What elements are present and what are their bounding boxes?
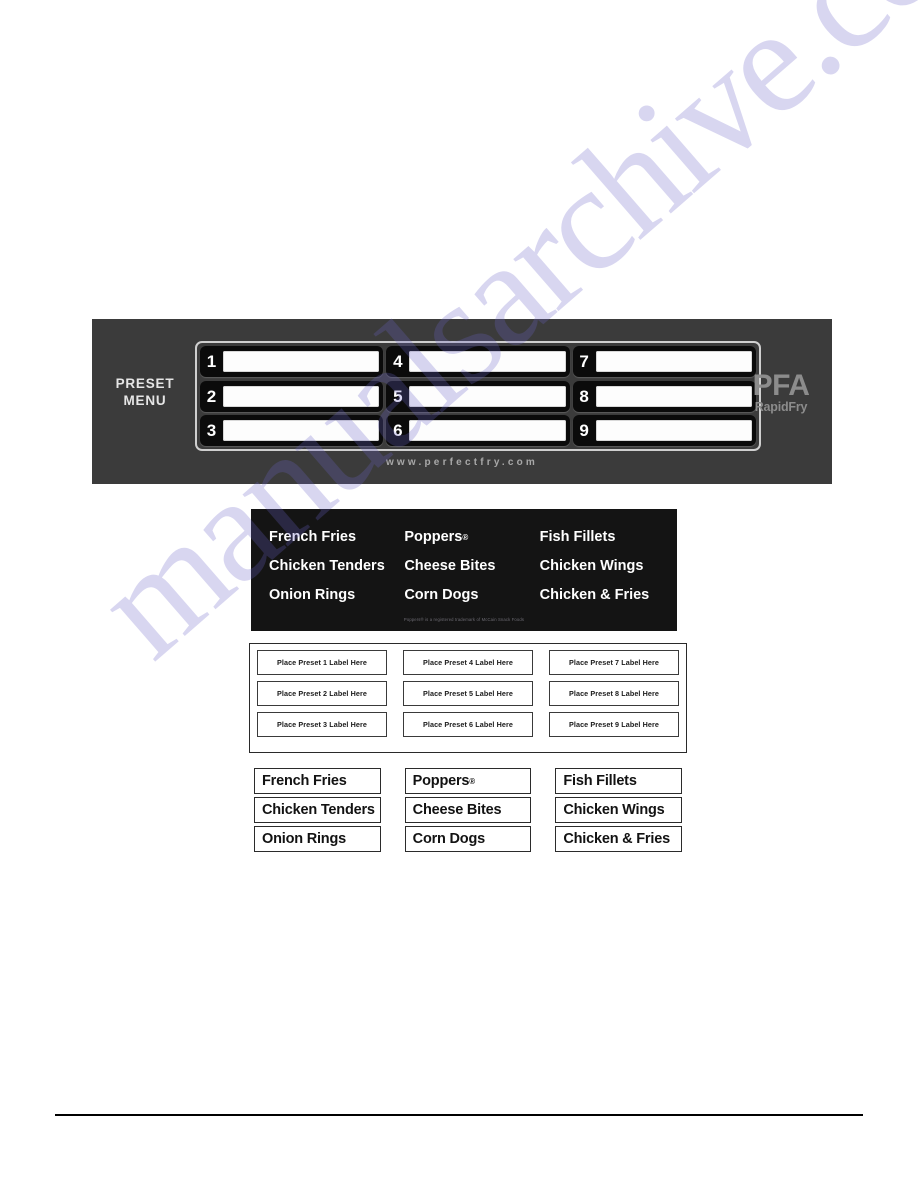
preset-key-6-number: 6 (393, 421, 403, 440)
menu-item-french-fries: French Fries (269, 529, 357, 545)
preset-key-9-label-slot[interactable] (595, 420, 752, 441)
menu-item-chicken-wings: Chicken Wings (539, 558, 644, 574)
menu-item-corn-dogs: Corn Dogs (404, 587, 479, 603)
preset-key-1-label-slot[interactable] (223, 351, 380, 372)
preset-key-6-label-slot[interactable] (409, 420, 566, 441)
printed-labels-column-2: Poppers ® Cheese Bites Corn Dogs (404, 768, 532, 856)
keypad-column-3: 7 8 9 (572, 346, 756, 446)
preset-key-8[interactable]: 8 (572, 380, 756, 412)
preset-key-2-label-slot[interactable] (223, 385, 380, 407)
preset-key-7-label-slot[interactable] (595, 351, 752, 372)
blank-sheet-grid: Place Preset 1 Label Here Place Preset 2… (257, 650, 679, 737)
keypad-column-2: 4 5 6 (386, 346, 570, 446)
preset-key-3-label-slot[interactable] (223, 420, 380, 441)
menu-item-chicken-and-fries: Chicken & Fries (539, 587, 650, 603)
menu-item-onion-rings: Onion Rings (269, 587, 356, 603)
preset-menu-label-line1: PRESET (115, 376, 175, 391)
trademark-footnote: Poppers® is a registered trademark of Mc… (403, 617, 525, 622)
printed-label-fish-fillets[interactable]: Fish Fillets (555, 768, 683, 794)
brand-name-rapidfry: RapidFry (754, 400, 808, 414)
preset-key-6[interactable]: 6 (386, 415, 570, 446)
preset-key-3-number: 3 (206, 421, 217, 440)
blank-label-preset-9[interactable]: Place Preset 9 Label Here (549, 712, 679, 737)
preset-key-9[interactable]: 9 (572, 415, 756, 446)
blank-label-preset-2[interactable]: Place Preset 2 Label Here (257, 681, 387, 706)
printed-labels-column-3: Fish Fillets Chicken Wings Chicken & Fri… (555, 768, 683, 856)
printed-label-chicken-wings[interactable]: Chicken Wings (555, 797, 683, 823)
registered-trademark-icon: ® (469, 776, 475, 786)
preset-key-4[interactable]: 4 (386, 346, 570, 377)
printed-label-poppers[interactable]: Poppers ® (404, 768, 532, 794)
preset-key-5-number: 5 (393, 386, 403, 406)
menu-item-chicken-tenders: Chicken Tenders (269, 558, 385, 574)
manufacturer-website-text: www.perfectfry.com (385, 457, 539, 468)
menu-item-fish-fillets: Fish Fillets (539, 529, 616, 545)
blank-label-preset-7[interactable]: Place Preset 7 Label Here (549, 650, 679, 675)
preset-key-1[interactable]: 1 (200, 346, 384, 377)
preset-key-2-number: 2 (206, 386, 217, 406)
preset-key-4-number: 4 (393, 352, 403, 371)
registered-trademark-icon: ® (462, 533, 469, 542)
menu-item-poppers-text: Poppers (404, 529, 463, 545)
blank-sheet-column-3: Place Preset 7 Label Here Place Preset 8… (549, 650, 679, 737)
keypad-column-1: 1 2 3 (200, 346, 384, 446)
preset-key-8-number: 8 (579, 386, 589, 406)
blank-label-preset-8[interactable]: Place Preset 8 Label Here (549, 681, 679, 706)
preset-key-4-label-slot[interactable] (409, 351, 566, 372)
printed-preset-label-set: French Fries Chicken Tenders Onion Rings… (254, 768, 683, 856)
blank-label-preset-1[interactable]: Place Preset 1 Label Here (257, 650, 387, 675)
preset-menu-label: PRESET MENU (100, 375, 190, 409)
pfa-rapidfry-logo: PFA RapidFry (736, 369, 826, 415)
printed-label-onion-rings[interactable]: Onion Rings (254, 826, 381, 852)
printed-label-cheese-bites[interactable]: Cheese Bites (404, 797, 532, 823)
menu-card-column-1: French Fries Chicken Tenders Onion Rings (261, 523, 396, 610)
page-footer-divider (55, 1114, 863, 1116)
printed-label-chicken-and-fries[interactable]: Chicken & Fries (555, 826, 683, 852)
preset-key-7[interactable]: 7 (572, 346, 756, 377)
preset-key-3[interactable]: 3 (200, 415, 384, 446)
preset-key-7-number: 7 (579, 352, 589, 371)
preset-key-8-label-slot[interactable] (595, 385, 752, 407)
preset-key-9-number: 9 (579, 421, 589, 440)
printed-label-poppers-text: Poppers (412, 773, 470, 789)
blank-label-preset-4[interactable]: Place Preset 4 Label Here (403, 650, 533, 675)
preset-key-5[interactable]: 5 (386, 380, 570, 412)
printed-label-french-fries[interactable]: French Fries (254, 768, 381, 794)
menu-card-column-2: Poppers® Cheese Bites Corn Dogs (396, 523, 531, 610)
menu-card-grid: French Fries Chicken Tenders Onion Rings… (251, 523, 677, 610)
preset-key-5-label-slot[interactable] (409, 385, 566, 407)
blank-label-preset-6[interactable]: Place Preset 6 Label Here (403, 712, 533, 737)
preset-menu-card-black: French Fries Chicken Tenders Onion Rings… (251, 509, 677, 631)
preset-menu-label-line2: MENU (123, 393, 167, 408)
preset-menu-control-panel: PRESET MENU 1 2 3 4 5 6 7 8 9 www.perfec… (92, 319, 832, 484)
printed-labels-grid: French Fries Chicken Tenders Onion Rings… (254, 768, 683, 856)
preset-key-2[interactable]: 2 (200, 380, 384, 412)
menu-item-cheese-bites: Cheese Bites (404, 558, 496, 574)
printed-labels-column-1: French Fries Chicken Tenders Onion Rings (254, 768, 381, 856)
blank-sheet-column-1: Place Preset 1 Label Here Place Preset 2… (257, 650, 387, 737)
brand-name-pfa: PFA (752, 369, 810, 402)
menu-item-poppers: Poppers® (404, 523, 531, 552)
preset-keypad: 1 2 3 4 5 6 7 8 9 (195, 341, 761, 451)
preset-key-1-number: 1 (206, 352, 217, 371)
blank-sheet-column-2: Place Preset 4 Label Here Place Preset 5… (403, 650, 533, 737)
blank-preset-label-sheet: Place Preset 1 Label Here Place Preset 2… (249, 643, 687, 753)
printed-label-chicken-tenders[interactable]: Chicken Tenders (254, 797, 381, 823)
printed-label-corn-dogs[interactable]: Corn Dogs (404, 826, 532, 852)
blank-label-preset-5[interactable]: Place Preset 5 Label Here (403, 681, 533, 706)
blank-label-preset-3[interactable]: Place Preset 3 Label Here (257, 712, 387, 737)
menu-card-column-3: Fish Fillets Chicken Wings Chicken & Fri… (532, 523, 667, 610)
